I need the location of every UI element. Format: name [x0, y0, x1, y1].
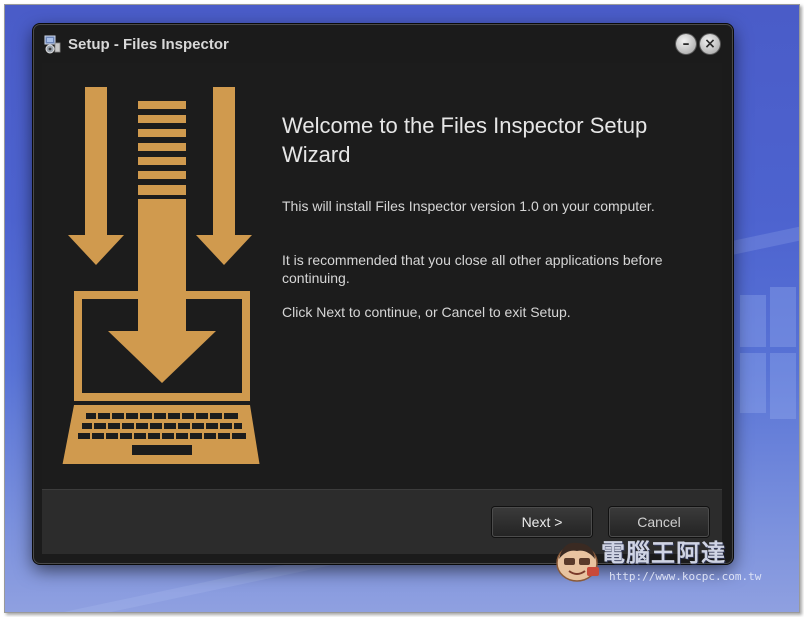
- install-description: This will install Files Inspector versio…: [282, 198, 655, 214]
- setup-app-icon: [44, 35, 61, 54]
- install-laptop-icon: [62, 87, 260, 464]
- continue-instructions: Click Next to continue, or Cancel to exi…: [282, 304, 571, 320]
- close-apps-recommendation: It is recommended that you close all oth…: [282, 252, 663, 286]
- desktop-panel: [740, 295, 766, 347]
- watermark-title: 電腦王阿達: [601, 539, 726, 567]
- desktop-panel: [740, 353, 766, 413]
- desktop-panel: [770, 353, 796, 419]
- mascot-icon: [556, 542, 599, 582]
- title-bar[interactable]: Setup - Files Inspector – ×: [34, 25, 732, 63]
- watermark: 電腦王阿達 http://www.kocpc.com.tw: [553, 533, 771, 589]
- close-icon[interactable]: ×: [700, 34, 720, 54]
- wizard-heading: Welcome to the Files Inspector Setup Wiz…: [282, 113, 648, 167]
- wizard-content: Welcome to the Files Inspector Setup Wiz…: [42, 63, 722, 489]
- window-title: Setup - Files Inspector: [68, 36, 229, 53]
- watermark-url: http://www.kocpc.com.tw: [609, 570, 762, 583]
- minimize-icon[interactable]: –: [676, 34, 696, 54]
- desktop-panel: [770, 287, 796, 347]
- setup-window: Setup - Files Inspector – × Welcome to t…: [33, 24, 733, 564]
